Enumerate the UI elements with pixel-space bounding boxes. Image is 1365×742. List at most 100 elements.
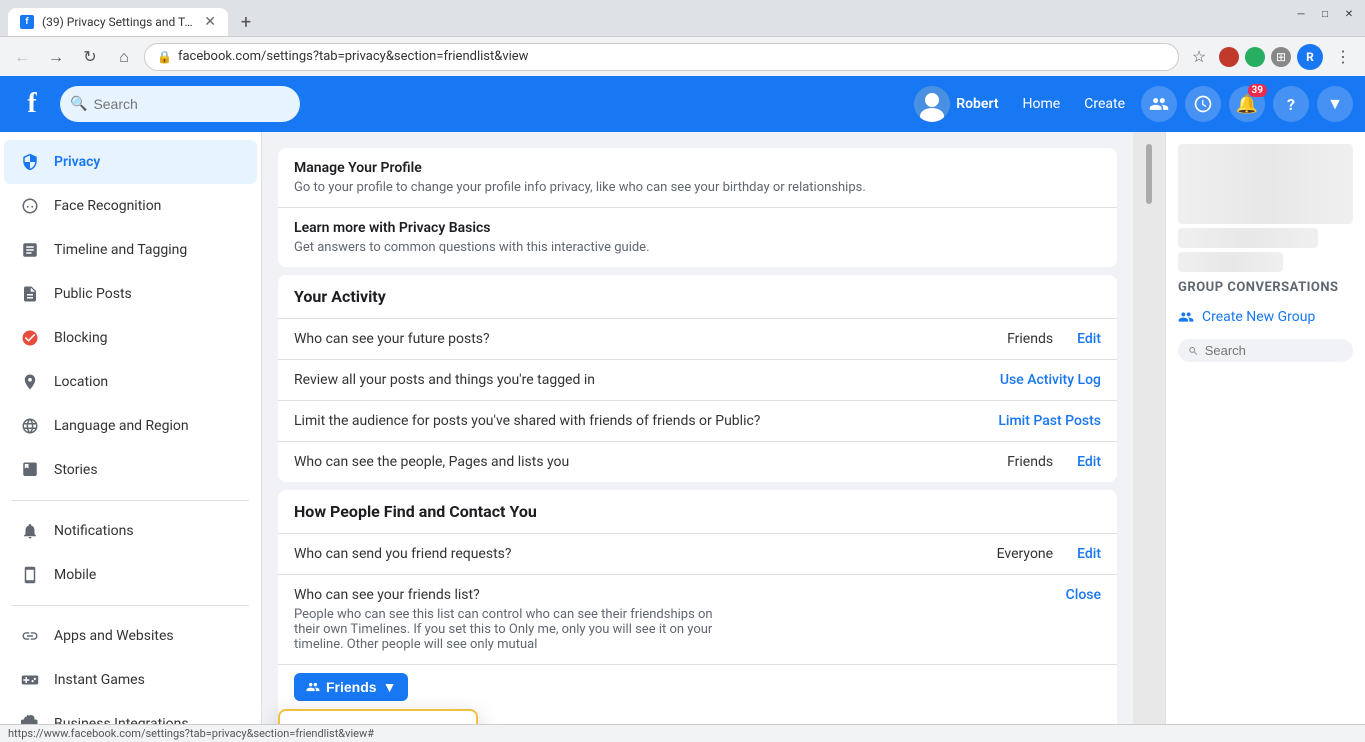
friends-btn-label: Friends — [326, 679, 377, 695]
window-minimize-button[interactable]: ─ — [1293, 6, 1309, 22]
sidebar-item-apps-websites[interactable]: Apps and Websites — [4, 614, 257, 658]
future-posts-edit[interactable]: Edit — [1077, 331, 1101, 347]
future-posts-desc: Who can see your future posts? — [294, 331, 999, 347]
window-maximize-button[interactable]: □ — [1317, 6, 1333, 22]
sidebar-item-stories[interactable]: Stories — [4, 448, 257, 492]
friend-requests-edit[interactable]: Edit — [1077, 546, 1101, 562]
forward-button[interactable]: → — [42, 43, 70, 71]
friends-btn-chevron: ▼ — [383, 679, 397, 695]
friend-list-edit[interactable]: Edit — [1077, 454, 1101, 470]
tab-title: (39) Privacy Settings and Tools — [42, 15, 196, 29]
group-conversations-title: GROUP CONVERSATIONS — [1178, 280, 1353, 295]
sidebar-item-label: Instant Games — [54, 672, 145, 688]
blocking-icon — [16, 324, 44, 352]
nav-home[interactable]: Home — [1015, 92, 1069, 116]
sidebar-item-label: Privacy — [54, 154, 100, 170]
friend-requests-value: Everyone — [997, 546, 1053, 562]
nav-create[interactable]: Create — [1076, 92, 1133, 116]
sidebar-item-label: Notifications — [54, 523, 134, 539]
dropdown-item-public[interactable]: Public — [280, 715, 476, 724]
messenger-icon-button[interactable] — [1185, 86, 1221, 122]
sidebar-item-mobile[interactable]: Mobile — [4, 553, 257, 597]
how-people-title: How People Find and Contact You — [278, 490, 1117, 534]
privacy-icon — [16, 148, 44, 176]
review-posts-desc: Review all your posts and things you're … — [294, 372, 992, 388]
bookmark-button[interactable]: ☆ — [1185, 43, 1213, 71]
fb-search-box[interactable]: 🔍 — [60, 86, 300, 122]
stories-icon — [16, 456, 44, 484]
sidebar-item-language-region[interactable]: Language and Region — [4, 404, 257, 448]
friend-requests-desc: Who can send you friend requests? — [294, 546, 989, 562]
status-bar: https://www.facebook.com/settings?tab=pr… — [0, 724, 1365, 742]
search-input[interactable] — [93, 96, 290, 112]
mobile-icon — [16, 561, 44, 589]
how-people-section: How People Find and Contact You Who can … — [278, 490, 1117, 724]
create-group-label: Create New Group — [1202, 309, 1315, 325]
sidebar-item-location[interactable]: Location — [4, 360, 257, 404]
browser-tab[interactable]: f (39) Privacy Settings and Tools ✕ — [8, 8, 228, 36]
friends-dropdown-button[interactable]: Friends ▼ — [294, 673, 408, 701]
create-label: Create — [1084, 96, 1125, 112]
business-integrations-icon — [16, 710, 44, 724]
future-posts-row: Who can see your future posts? Friends E… — [278, 319, 1117, 360]
sidebar-item-label: Blocking — [54, 330, 108, 346]
user-profile-button[interactable]: R — [1297, 44, 1323, 70]
sidebar-item-notifications[interactable]: Notifications — [4, 509, 257, 553]
search-icon: 🔍 — [70, 96, 87, 112]
limit-past-posts-link[interactable]: Limit Past Posts — [998, 413, 1101, 429]
sidebar-item-face-recognition[interactable]: Face Recognition — [4, 184, 257, 228]
sidebar-item-label: Timeline and Tagging — [54, 242, 187, 258]
public-posts-icon — [16, 280, 44, 308]
learn-more-desc: Get answers to common questions with thi… — [294, 240, 1101, 255]
review-posts-row: Review all your posts and things you're … — [278, 360, 1117, 401]
friend-list-row-desc: Who can see your friends list? People wh… — [294, 587, 1058, 652]
url-text: facebook.com/settings?tab=privacy&sectio… — [178, 49, 529, 64]
address-bar[interactable]: 🔒 facebook.com/settings?tab=privacy&sect… — [144, 43, 1179, 71]
fb-avatar-nav[interactable]: Robert — [906, 82, 1006, 126]
sidebar-divider-2 — [12, 605, 249, 606]
sidebar: Privacy Face Recognition Timeline and Ta… — [0, 132, 262, 724]
friend-requests-row: Who can send you friend requests? Everyo… — [278, 534, 1117, 575]
activity-log-link[interactable]: Use Activity Log — [1000, 372, 1101, 388]
scrollbar-area[interactable] — [1133, 132, 1165, 724]
sidebar-item-blocking[interactable]: Blocking — [4, 316, 257, 360]
chevron-down-icon: ▼ — [1327, 94, 1343, 114]
friends-icon-button[interactable] — [1141, 86, 1177, 122]
sidebar-item-timeline-tagging[interactable]: Timeline and Tagging — [4, 228, 257, 272]
sidebar-item-instant-games[interactable]: Instant Games — [4, 658, 257, 702]
group-search-input[interactable] — [1205, 343, 1343, 358]
scrollbar-thumb[interactable] — [1146, 144, 1152, 204]
manage-profile-card: Manage Your Profile Go to your profile t… — [278, 148, 1117, 267]
sidebar-item-label: Location — [54, 374, 108, 390]
notifications-button[interactable]: 🔔 39 — [1229, 86, 1265, 122]
sidebar-item-business-integrations[interactable]: Business Integrations — [4, 702, 257, 724]
help-button[interactable]: ? — [1273, 86, 1309, 122]
home-label: Home — [1023, 96, 1061, 112]
friend-list-row-close[interactable]: Close — [1066, 587, 1101, 603]
extension-icon-1[interactable] — [1219, 47, 1239, 67]
user-name: Robert — [956, 96, 998, 112]
sidebar-divider-1 — [12, 500, 249, 501]
dropdown-button[interactable]: ▼ — [1317, 86, 1353, 122]
window-close-button[interactable]: ✕ — [1341, 6, 1357, 22]
audience-dropdown[interactable]: Public ✓ Friends — [278, 709, 478, 724]
fb-logo: f — [12, 84, 52, 124]
sidebar-item-label: Public Posts — [54, 286, 132, 302]
more-menu-button[interactable]: ⋮ — [1329, 43, 1357, 71]
back-button[interactable]: ← — [8, 43, 36, 71]
create-group-button[interactable]: Create New Group — [1178, 303, 1353, 331]
home-button[interactable]: ⌂ — [110, 43, 138, 71]
content-area: Manage Your Profile Go to your profile t… — [262, 132, 1133, 724]
refresh-button[interactable]: ↻ — [76, 43, 104, 71]
sidebar-item-public-posts[interactable]: Public Posts — [4, 272, 257, 316]
extensions-button[interactable]: ⊞ — [1271, 47, 1291, 67]
tab-close-button[interactable]: ✕ — [204, 14, 216, 30]
sidebar-item-privacy[interactable]: Privacy — [4, 140, 257, 184]
friends-button-row: Friends ▼ Public — [278, 665, 1117, 713]
new-tab-button[interactable]: + — [232, 8, 260, 36]
language-region-icon — [16, 412, 44, 440]
friend-list-row: Who can see your friends list? People wh… — [278, 575, 1117, 665]
group-search-box[interactable] — [1178, 339, 1353, 362]
sidebar-item-label: Stories — [54, 462, 98, 478]
extension-icon-2[interactable] — [1245, 47, 1265, 67]
